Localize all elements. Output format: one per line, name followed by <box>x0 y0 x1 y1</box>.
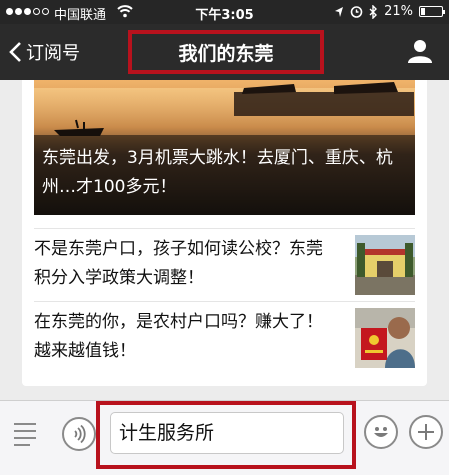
navigation-bar: 订阅号 我们的东莞 <box>0 24 449 80</box>
wechat-official-account-screen: 中国联通 下午3:05 21% 订阅号 我们的东莞 东莞出发，3月机票大跳水！去… <box>0 0 449 475</box>
emoji-button[interactable] <box>364 415 398 449</box>
person-icon[interactable] <box>407 38 433 64</box>
battery-percent: 21% <box>384 4 413 19</box>
battery-icon <box>419 6 445 17</box>
menu-icon[interactable] <box>14 423 42 447</box>
input-highlight-frame: 计生服务所 <box>96 401 356 469</box>
page-title: 我们的东莞 <box>178 42 274 65</box>
article-item-hukou[interactable]: 在东莞的你，是农村户口吗？赚大了！越来越值钱！ <box>34 301 415 374</box>
plus-icon <box>418 424 434 440</box>
status-right-group: 21% <box>334 4 445 19</box>
school-gate-thumbnail <box>355 235 415 295</box>
plus-button[interactable] <box>409 415 443 449</box>
article-item-school[interactable]: 不是东莞户口，孩子如何读公校？东莞积分入学政策大调整！ <box>34 228 415 301</box>
location-icon <box>335 6 344 17</box>
headline-title: 东莞出发，3月机票大跳水！去厦门、重庆、杭州…才100多元！ <box>42 148 393 197</box>
article-card: 东莞出发，3月机票大跳水！去厦门、重庆、杭州…才100多元！ 不是东莞户口，孩子… <box>22 80 427 386</box>
alarm-icon <box>350 6 363 18</box>
message-input-bar: 计生服务所 <box>0 400 449 475</box>
headline-article[interactable]: 东莞出发，3月机票大跳水！去厦门、重庆、杭州…才100多元！ <box>34 80 415 215</box>
article-title: 在东莞的你，是农村户口吗？赚大了！越来越值钱！ <box>34 312 323 361</box>
battery-level-fill <box>421 8 425 15</box>
voice-button[interactable] <box>62 417 96 451</box>
back-button[interactable]: 订阅号 <box>8 36 80 68</box>
status-bar: 中国联通 下午3:05 21% <box>0 0 449 24</box>
message-input[interactable]: 计生服务所 <box>110 412 344 454</box>
title-highlight-frame: 我们的东莞 <box>128 30 324 74</box>
voice-icon <box>74 424 86 444</box>
emoji-icon <box>374 427 388 437</box>
farmer-holding-certificate-thumbnail <box>355 308 415 368</box>
chevron-left-icon <box>9 42 21 62</box>
article-title: 不是东莞户口，孩子如何读公校？东莞积分入学政策大调整！ <box>34 239 323 288</box>
bluetooth-icon <box>369 4 378 19</box>
back-label: 订阅号 <box>26 43 80 64</box>
